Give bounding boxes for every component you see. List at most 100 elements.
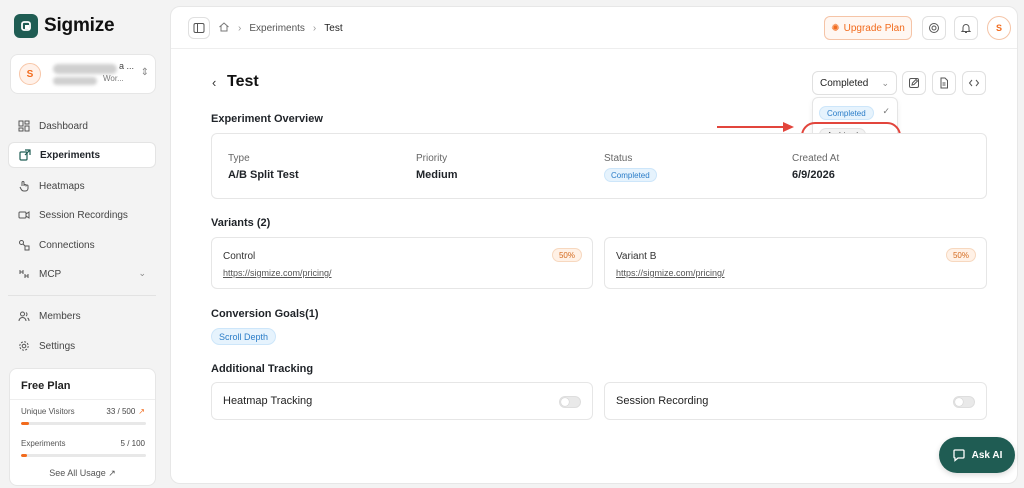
- traffic-split-badge: 50%: [945, 248, 976, 262]
- sidebar-item-mcp[interactable]: MCP ⌄: [8, 261, 156, 287]
- sidebar-item-label: Session Recordings: [39, 209, 128, 221]
- usage-bar-experiments: [21, 454, 146, 457]
- tracking-label: Heatmap Tracking: [223, 395, 313, 407]
- video-icon: [17, 208, 31, 222]
- plan-divider: [10, 399, 155, 400]
- tracking-heading: Additional Tracking: [211, 363, 314, 375]
- workspace-name: a ...: [119, 61, 135, 71]
- overview-label-type: Type: [228, 153, 250, 164]
- see-all-usage-link[interactable]: See All Usage ↗: [10, 468, 155, 479]
- chat-icon: [952, 449, 965, 462]
- code-button[interactable]: [962, 71, 986, 95]
- code-icon: [968, 79, 980, 87]
- sidebar-item-dashboard[interactable]: Dashboard: [8, 113, 156, 139]
- sidebar-item-connections[interactable]: Connections: [8, 232, 156, 258]
- sidebar-item-session-recordings[interactable]: Session Recordings: [8, 202, 156, 228]
- tracking-card-heatmap: Heatmap Tracking: [211, 382, 593, 420]
- mcp-icon: [17, 267, 31, 281]
- edit-icon: [909, 78, 919, 88]
- back-button[interactable]: ‹: [212, 75, 216, 90]
- status-option-completed[interactable]: Completed: [819, 106, 874, 120]
- overview-heading: Experiment Overview: [211, 113, 323, 125]
- usage-value-experiments: 5 / 100: [120, 439, 145, 448]
- workspace-switcher[interactable]: S a ... Wor... ⇕: [10, 54, 156, 94]
- settings-icon: [17, 339, 31, 353]
- sidebar-item-heatmaps[interactable]: Heatmaps: [8, 173, 156, 199]
- notifications-button[interactable]: [954, 16, 978, 40]
- sidebar-toggle-icon: [193, 23, 205, 33]
- variant-card-b: Variant B https://sigmize.com/pricing/ 5…: [604, 237, 987, 289]
- workspace-name-redacted: [53, 64, 117, 74]
- chevron-updown-icon: ⇕: [140, 67, 149, 78]
- workspace-sub: Wor...: [103, 74, 124, 83]
- toggle-knob: [955, 398, 963, 406]
- sigmize-logo-icon: [14, 14, 38, 38]
- breadcrumb-experiments[interactable]: Experiments: [249, 23, 305, 34]
- sidebar-item-label: Experiments: [40, 149, 101, 161]
- sparkle-icon: ✺: [831, 22, 840, 34]
- sidebar-item-members[interactable]: Members: [8, 303, 156, 329]
- status-select-value: Completed: [820, 77, 869, 89]
- user-avatar[interactable]: S: [987, 16, 1011, 40]
- ask-ai-button[interactable]: Ask AI: [939, 437, 1015, 473]
- heatmap-tracking-toggle[interactable]: [559, 396, 581, 408]
- status-badge: Completed: [604, 168, 657, 182]
- main-panel: › Experiments › Test ✺ Upgrade Plan S ‹ …: [170, 6, 1018, 484]
- support-button[interactable]: [922, 16, 946, 40]
- sidebar-item-settings[interactable]: Settings: [8, 333, 156, 359]
- toggle-knob: [561, 398, 569, 406]
- top-bar: › Experiments › Test ✺ Upgrade Plan S: [171, 7, 1017, 49]
- upgrade-plan-button[interactable]: ✺ Upgrade Plan: [824, 16, 912, 40]
- sidebar-item-label: Dashboard: [39, 120, 88, 132]
- document-button[interactable]: [932, 71, 956, 95]
- ask-ai-label: Ask AI: [971, 449, 1003, 461]
- overview-value-created: 6/9/2026: [792, 169, 835, 181]
- sidebar-item-experiments[interactable]: Experiments: [8, 142, 156, 168]
- variants-heading: Variants (2): [211, 217, 271, 229]
- workspace-avatar: S: [19, 63, 41, 85]
- usage-bar-visitors: [21, 422, 146, 425]
- edit-button[interactable]: [902, 71, 926, 95]
- chevron-down-icon: ⌄: [138, 268, 146, 278]
- variant-url-link[interactable]: https://sigmize.com/pricing/: [223, 268, 332, 278]
- members-icon: [17, 309, 31, 323]
- usage-bar-fill: [21, 422, 30, 425]
- toggle-sidebar-button[interactable]: [188, 17, 210, 39]
- home-icon[interactable]: [218, 21, 230, 36]
- sidebar-item-label: Members: [39, 310, 81, 322]
- variant-name: Control: [223, 251, 256, 262]
- check-icon: ✓: [882, 106, 890, 116]
- page-title: Test: [227, 73, 259, 90]
- app-logo[interactable]: Sigmize: [14, 14, 115, 38]
- overview-value-priority: Medium: [416, 169, 458, 181]
- variant-url-link[interactable]: https://sigmize.com/pricing/: [616, 268, 725, 278]
- usage-value-visitors: 33 / 500 ↗: [106, 407, 145, 416]
- chevron-down-icon: ⌄: [881, 78, 889, 88]
- breadcrumb: › Experiments › Test: [218, 21, 343, 36]
- sidebar-item-label: Connections: [39, 239, 95, 251]
- dashboard-icon: [17, 119, 31, 133]
- usage-bar-fill: [21, 454, 28, 457]
- plan-title: Free Plan: [21, 380, 71, 392]
- sidebar-item-label: Heatmaps: [39, 180, 85, 192]
- breadcrumb-current: Test: [324, 23, 343, 34]
- session-recording-toggle[interactable]: [953, 396, 975, 408]
- overview-value-type: A/B Split Test: [228, 169, 299, 181]
- sidebar-divider: [8, 295, 156, 296]
- chevron-right-icon: ›: [238, 23, 242, 34]
- trend-up-icon: ↗: [138, 407, 145, 416]
- overview-label-status: Status: [604, 153, 633, 164]
- overview-card: Type A/B Split Test Priority Medium Stat…: [211, 133, 987, 199]
- overview-label-priority: Priority: [416, 153, 448, 164]
- bell-icon: [960, 24, 972, 33]
- overview-label-created: Created At: [792, 153, 840, 164]
- lifebuoy-icon: [929, 23, 939, 33]
- sidebar-item-label: Settings: [39, 340, 76, 352]
- annotation-arrow: [717, 122, 794, 132]
- variant-card-control: Control https://sigmize.com/pricing/ 50%: [211, 237, 593, 289]
- goals-heading: Conversion Goals(1): [211, 308, 319, 320]
- status-select[interactable]: Completed ⌄: [812, 71, 897, 95]
- workspace-sub-redacted: [53, 77, 97, 85]
- usage-value-text: 33 / 500: [106, 407, 136, 416]
- app-name: Sigmize: [44, 15, 115, 36]
